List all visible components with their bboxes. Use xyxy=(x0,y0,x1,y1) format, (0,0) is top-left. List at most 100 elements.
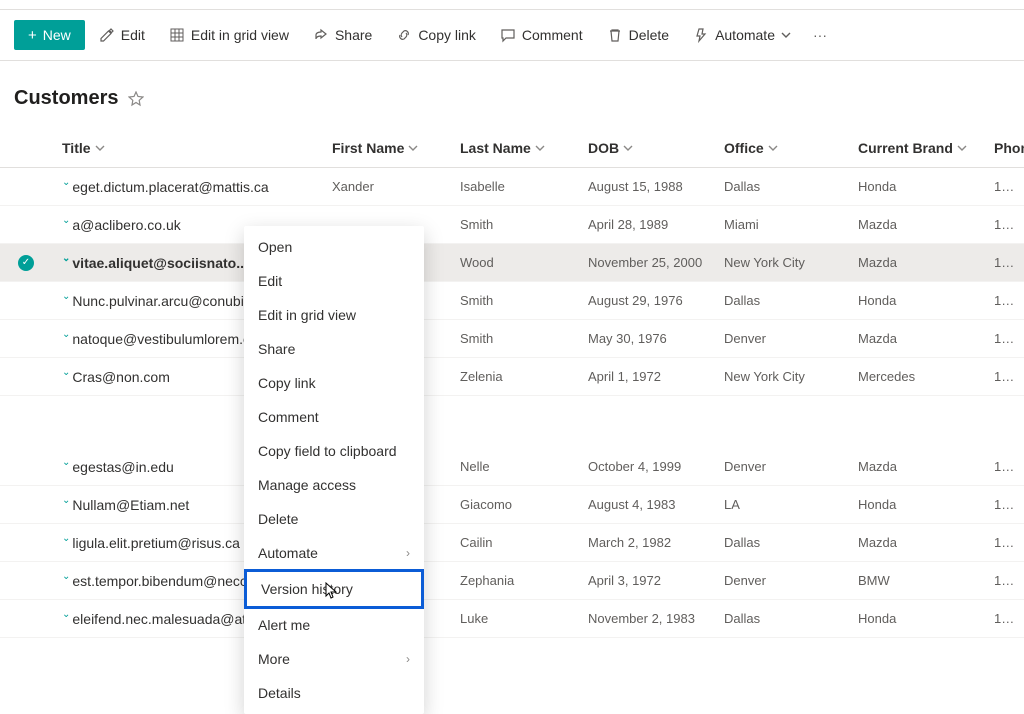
col-title[interactable]: Title xyxy=(52,140,332,156)
context-menu-item[interactable]: Manage access xyxy=(244,468,424,502)
cell-office: Miami xyxy=(724,217,858,232)
table-row[interactable]: ⌄egestas@in.edu⋮NelleOctober 4, 1999Denv… xyxy=(0,448,1024,486)
table-row[interactable]: ⌄est.tempor.bibendum@neccursus...⋮Zephan… xyxy=(0,562,1024,600)
chevron-down-icon xyxy=(535,143,545,153)
context-menu-item-label: Share xyxy=(258,341,295,357)
chevron-down-icon xyxy=(957,143,967,153)
row-select[interactable]: ✓ xyxy=(0,255,52,271)
col-last-name[interactable]: Last Name xyxy=(460,140,588,156)
context-menu-item[interactable]: Share xyxy=(244,332,424,366)
context-menu-item[interactable]: Delete xyxy=(244,502,424,536)
edit-grid-button[interactable]: Edit in grid view xyxy=(159,21,299,49)
context-menu-item[interactable]: Comment xyxy=(244,400,424,434)
cell-title[interactable]: ⌄eget.dictum.placerat@mattis.ca⋮ xyxy=(52,179,332,195)
context-menu-item-label: Open xyxy=(258,239,292,255)
table-row[interactable]: ⌄a@aclibero.co.uk⋮SmithApril 28, 1989Mia… xyxy=(0,206,1024,244)
cell-office: New York City xyxy=(724,369,858,384)
cell-last-name: Zelenia xyxy=(460,369,588,384)
item-indicator-icon: ⌄ xyxy=(62,367,70,378)
plus-icon: + xyxy=(28,28,37,43)
cell-office: New York City xyxy=(724,255,858,270)
item-indicator-icon: ⌄ xyxy=(62,177,70,188)
cell-office: Denver xyxy=(724,331,858,346)
context-menu-item[interactable]: Edit xyxy=(244,264,424,298)
context-menu-item[interactable]: Copy field to clipboard xyxy=(244,434,424,468)
context-menu-item-label: Edit xyxy=(258,273,282,289)
item-indicator-icon: ⌄ xyxy=(62,215,70,226)
link-icon xyxy=(396,27,412,43)
context-menu-item[interactable]: Open xyxy=(244,230,424,264)
context-menu-item[interactable]: Alert me xyxy=(244,608,424,642)
favorite-star-icon[interactable] xyxy=(128,91,144,107)
chevron-right-icon: › xyxy=(406,546,410,560)
cell-dob: March 2, 1982 xyxy=(588,535,724,550)
item-indicator-icon: ⌄ xyxy=(62,253,70,264)
grid-icon xyxy=(169,27,185,43)
copy-link-button[interactable]: Copy link xyxy=(386,21,486,49)
page-title: Customers xyxy=(14,87,118,110)
context-menu-item-label: Details xyxy=(258,685,301,701)
cell-phone: 1-309- xyxy=(994,255,1024,270)
item-indicator-icon: ⌄ xyxy=(62,495,70,506)
chevron-down-icon xyxy=(623,143,633,153)
cell-phone: 1-102- xyxy=(994,535,1024,550)
cell-brand: Mazda xyxy=(858,217,994,232)
cell-office: Dallas xyxy=(724,611,858,626)
context-menu: OpenEditEdit in grid viewShareCopy linkC… xyxy=(244,226,424,714)
table-row[interactable]: ⌄natoque@vestibulumlorem.edu⋮SmithMay 30… xyxy=(0,320,1024,358)
item-indicator-icon: ⌄ xyxy=(62,533,70,544)
context-menu-item-label: More xyxy=(258,651,290,667)
copy-link-label: Copy link xyxy=(418,27,476,43)
cell-phone: 1-481- xyxy=(994,369,1024,384)
cell-phone: 1-813- xyxy=(994,217,1024,232)
cell-brand: Honda xyxy=(858,179,994,194)
cell-dob: August 15, 1988 xyxy=(588,179,724,194)
comment-label: Comment xyxy=(522,27,583,43)
cell-office: Dallas xyxy=(724,179,858,194)
group-gap xyxy=(0,396,1024,448)
item-indicator-icon: ⌄ xyxy=(62,571,70,582)
col-phone[interactable]: Phon xyxy=(994,140,1024,156)
context-menu-item[interactable]: Copy link xyxy=(244,366,424,400)
comment-icon xyxy=(500,27,516,43)
table-row[interactable]: ⌄Nunc.pulvinar.arcu@conubianostr...⋮Smit… xyxy=(0,282,1024,320)
chevron-right-icon: › xyxy=(406,652,410,666)
table-row[interactable]: ✓⌄vitae.aliquet@sociisnato...⋮WoodNovemb… xyxy=(0,244,1024,282)
context-menu-item[interactable]: Automate› xyxy=(244,536,424,570)
chevron-down-icon xyxy=(768,143,778,153)
cell-brand: Honda xyxy=(858,293,994,308)
cell-last-name: Cailin xyxy=(460,535,588,550)
table-row[interactable]: ⌄Cras@non.com⋮ZeleniaApril 1, 1972New Yo… xyxy=(0,358,1024,396)
cell-dob: November 25, 2000 xyxy=(588,255,724,270)
context-menu-item[interactable]: Edit in grid view xyxy=(244,298,424,332)
col-dob[interactable]: DOB xyxy=(588,140,724,156)
col-office[interactable]: Office xyxy=(724,140,858,156)
context-menu-item[interactable]: Version history xyxy=(244,569,424,609)
col-first-name[interactable]: First Name xyxy=(332,140,460,156)
context-menu-item[interactable]: Details xyxy=(244,676,424,710)
context-menu-item-label: Manage access xyxy=(258,477,356,493)
cell-brand: Honda xyxy=(858,611,994,626)
table-row[interactable]: ⌄eleifend.nec.malesuada@atrisus.ca⋮LukeN… xyxy=(0,600,1024,638)
table-row[interactable]: ⌄eget.dictum.placerat@mattis.ca⋮XanderIs… xyxy=(0,168,1024,206)
context-menu-item-label: Copy field to clipboard xyxy=(258,443,397,459)
new-button[interactable]: + New xyxy=(14,20,85,50)
cell-brand: Mercedes xyxy=(858,369,994,384)
cell-last-name: Zephania xyxy=(460,573,588,588)
column-headers: Title First Name Last Name DOB Office Cu… xyxy=(0,128,1024,168)
table-row[interactable]: ⌄ligula.elit.pretium@risus.ca⋮CailinMarc… xyxy=(0,524,1024,562)
share-button[interactable]: Share xyxy=(303,21,382,49)
automate-button[interactable]: Automate xyxy=(683,21,801,49)
context-menu-item[interactable]: More › xyxy=(244,642,424,676)
check-icon: ✓ xyxy=(18,255,34,271)
cell-last-name: Isabelle xyxy=(460,179,588,194)
overflow-button[interactable]: ··· xyxy=(805,21,835,49)
comment-button[interactable]: Comment xyxy=(490,21,593,49)
edit-button[interactable]: Edit xyxy=(89,21,155,49)
cell-office: Dallas xyxy=(724,535,858,550)
cell-first-name: Xander xyxy=(332,179,460,194)
table-row[interactable]: ⌄Nullam@Etiam.net⋮GiacomoAugust 4, 1983L… xyxy=(0,486,1024,524)
cell-dob: October 4, 1999 xyxy=(588,459,724,474)
col-current-brand[interactable]: Current Brand xyxy=(858,140,994,156)
delete-button[interactable]: Delete xyxy=(597,21,679,49)
